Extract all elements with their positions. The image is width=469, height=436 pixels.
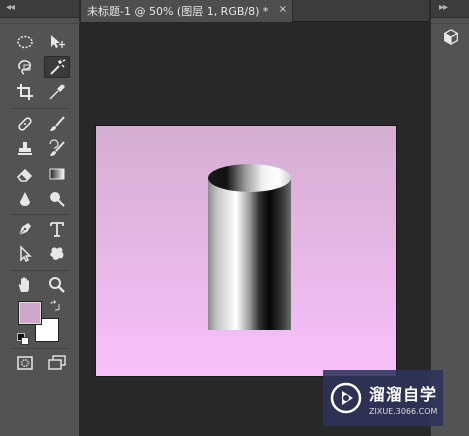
toolbar-divider [10,270,70,271]
blur-tool[interactable] [12,188,38,210]
crop-tool[interactable] [12,81,38,103]
photoshop-window: ◂◂ 未标题-1 @ 50% (图层 1, RGB/8) * × ▸▸ 溜溜自学… [0,0,469,436]
pen-tool[interactable] [12,218,38,240]
magic-wand-icon [50,59,66,75]
3d-panel-button[interactable] [440,26,462,48]
panel-grip[interactable] [431,18,469,24]
toolbar-divider [10,348,70,349]
eyedropper-tool[interactable] [44,81,70,103]
quick-mask-icon [17,356,33,370]
dodge-icon [50,192,65,207]
stamp-icon [18,142,32,155]
hand-tool[interactable] [12,274,38,296]
eyedropper-icon [49,84,65,100]
watermark-url: ZIXUE.3066.COM [369,406,438,416]
type-t-icon [50,222,64,237]
watermark-text: 溜溜自学 ZIXUE.3066.COM [369,381,437,416]
watermark-title: 溜溜自学 [369,384,438,404]
document-tab-title: 未标题-1 @ 50% (图层 1, RGB/8) * [87,5,269,18]
magic-wand-tool[interactable] [44,56,70,78]
close-icon[interactable]: × [279,4,287,15]
document-tab-bar: 未标题-1 @ 50% (图层 1, RGB/8) * × [81,0,429,22]
dodge-tool[interactable] [44,188,70,210]
lasso-icon [18,60,32,75]
dotted-ellipse-icon [17,35,33,49]
cylinder-top [208,164,291,192]
shape-blob-icon [50,247,64,260]
collapse-panel-icon[interactable]: ◂◂ [6,2,15,13]
path-selection-tool[interactable] [12,243,38,265]
eraser-icon [16,168,33,182]
cylinder-body [208,178,291,330]
bandage-icon [18,117,32,131]
watermark-logo-icon [330,382,362,414]
history-brush-icon [49,139,65,156]
lasso-tool[interactable] [12,56,38,78]
cylinder-shape [208,164,291,330]
gradient-tool[interactable] [44,163,70,185]
document-tab[interactable]: 未标题-1 @ 50% (图层 1, RGB/8) * × [81,0,293,22]
3d-cube-icon [444,29,458,45]
screen-mode-icon [48,355,66,370]
quick-mask-button[interactable] [12,352,38,374]
droplet-icon [20,192,30,206]
swap-colors-icon[interactable] [49,300,61,312]
toolbar-divider [10,108,70,109]
tools-panel: ◂◂ [0,0,80,436]
expand-panel-icon[interactable]: ▸▸ [439,2,448,13]
type-tool[interactable] [44,218,70,240]
rectangular-marquee-tool[interactable] [12,31,38,53]
hand-icon [18,277,29,292]
default-colors-icon[interactable] [17,333,29,345]
brush-icon [50,116,65,131]
watermark: 溜溜自学 ZIXUE.3066.COM [323,370,443,426]
panel-grip[interactable] [0,18,80,24]
arrow-cursor-icon [20,245,32,263]
move-arrow-icon [51,35,65,48]
right-panel-header: ▸▸ [431,0,469,18]
foreground-color-swatch[interactable] [18,301,42,325]
screen-mode-button[interactable] [44,352,70,374]
clone-stamp-tool[interactable] [12,138,38,160]
eraser-tool[interactable] [12,163,38,185]
pen-nib-icon [18,223,31,236]
custom-shape-tool[interactable] [44,243,70,265]
gradient-icon [49,168,65,180]
document-canvas[interactable] [96,126,396,376]
tools-panel-header: ◂◂ [0,0,79,18]
brush-tool[interactable] [44,113,70,135]
crop-icon [17,84,33,100]
magnifier-icon [49,277,65,293]
move-tool[interactable] [44,31,70,53]
zoom-tool[interactable] [44,274,70,296]
healing-brush-tool[interactable] [12,113,38,135]
toolbar-divider [10,214,70,215]
history-brush-tool[interactable] [44,138,70,160]
